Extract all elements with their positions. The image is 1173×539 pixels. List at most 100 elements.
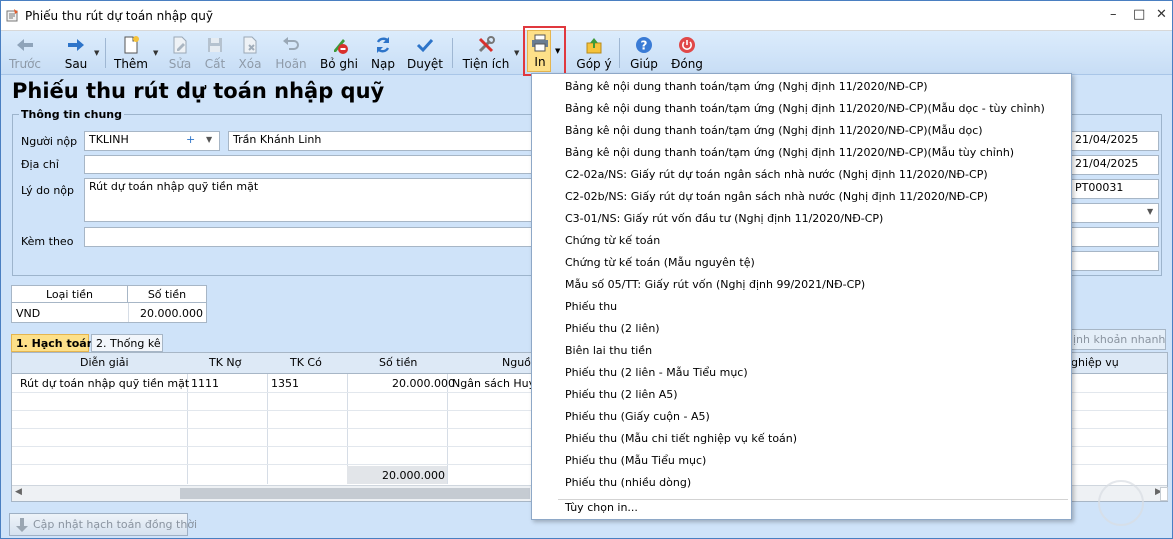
toolbar-separator [619, 38, 620, 68]
print-menu-item[interactable]: Phiếu thu [565, 300, 617, 313]
window-title: Phiếu thu rút dự toán nhập quỹ [25, 9, 213, 23]
plus-icon[interactable]: + [186, 133, 195, 146]
tools-icon [478, 36, 495, 53]
print-menu-item[interactable]: C2-02a/NS: Giấy rút dự toán ngân sách nh… [565, 168, 988, 181]
unpost-button[interactable]: Bỏ ghi [319, 31, 359, 75]
feedback-button[interactable]: Góp ý [575, 31, 613, 75]
help-button[interactable]: ? Giúp [628, 31, 660, 75]
print-button-face: In [527, 30, 551, 72]
scroll-thumb[interactable] [180, 488, 530, 499]
undo-button[interactable]: Hoãn [274, 31, 308, 75]
currency-table: Loại tiền Số tiền VND 20.000.000 [11, 285, 207, 323]
approve-button[interactable]: Duyệt [406, 31, 444, 75]
toolbar: Trước Sau ▼ Thêm ▼ Sửa Cất Xóa Hoãn Bỏ g… [1, 31, 1172, 75]
address-field[interactable] [84, 155, 543, 174]
chevron-down-icon[interactable]: ▼ [1147, 207, 1153, 216]
help-icon: ? [636, 37, 652, 53]
maximize-icon[interactable]: □ [1133, 7, 1145, 22]
prev-button[interactable]: Trước [5, 31, 45, 75]
undo-icon [283, 37, 299, 50]
currency-amount-cell[interactable]: 20.000.000 [140, 307, 203, 320]
attachment-field[interactable] [84, 227, 543, 247]
print-button[interactable]: In ▼ [523, 26, 566, 76]
arrow-down-icon [16, 518, 28, 532]
print-menu-item[interactable]: Bảng kê nội dung thanh toán/tạm ứng (Ngh… [565, 102, 1045, 115]
payer-name-field[interactable]: Trần Khánh Linh [228, 131, 543, 151]
grid-divider [447, 374, 448, 484]
edit-icon [173, 36, 187, 54]
update-accounting-button[interactable]: Cập nhật hạch toán đồng thời [9, 513, 197, 536]
col-amount: Số tiền [379, 356, 418, 369]
reload-button[interactable]: Nạp [367, 31, 399, 75]
print-menu-item[interactable]: Bảng kê nội dung thanh toán/tạm ứng (Ngh… [565, 80, 928, 93]
print-menu-item[interactable]: Phiếu thu (Giấy cuộn - A5) [565, 410, 710, 423]
print-menu-item[interactable]: Chứng từ kế toán [565, 234, 660, 247]
payer-code-combo[interactable]: TKLINH + ▼ [84, 131, 220, 151]
print-menu-item[interactable]: Phiếu thu (Mẫu Tiểu mục) [565, 454, 706, 467]
address-label: Địa chỉ [21, 158, 59, 171]
reason-field[interactable]: Rút dự toán nhập quỹ tiền mặt [84, 178, 543, 222]
tab-statistics[interactable]: 2. Thống kê [91, 334, 163, 352]
tab-accounting[interactable]: 1. Hạch toán [11, 334, 95, 352]
currency-amount-header: Số tiền [128, 286, 206, 303]
save-button[interactable]: Cất [201, 31, 229, 75]
date-field-2[interactable]: 21/04/2025 [1071, 155, 1159, 175]
feedback-upload-icon [586, 38, 602, 54]
menu-separator [558, 499, 1068, 500]
print-dropdown-menu: Bảng kê nội dung thanh toán/tạm ứng (Ngh… [531, 73, 1072, 520]
unpost-icon [334, 39, 348, 54]
attachment-label: Kèm theo [21, 235, 74, 248]
svg-text:?: ? [641, 39, 648, 53]
chevron-down-icon[interactable]: ▼ [555, 47, 560, 55]
print-menu-item[interactable]: C2-02b/NS: Giấy rút dự toán ngân sách nh… [565, 190, 988, 203]
minimize-icon[interactable]: – [1110, 7, 1117, 22]
print-label: In [534, 55, 546, 69]
chevron-down-icon[interactable]: ▼ [206, 135, 212, 144]
currency-type-cell[interactable]: VND [16, 307, 40, 320]
print-menu-item[interactable]: Bảng kê nội dung thanh toán/tạm ứng (Ngh… [565, 124, 983, 137]
chevron-down-icon[interactable]: ▼ [94, 49, 99, 57]
group-title: Thông tin chung [19, 108, 125, 121]
close-window-icon[interactable]: ✕ [1156, 7, 1167, 22]
watermark-seal [1098, 480, 1144, 526]
edit-button[interactable]: Sửa [166, 31, 194, 75]
print-menu-item[interactable]: Phiếu thu (Mẫu chi tiết nghiệp vụ kế toá… [565, 432, 797, 445]
utilities-button[interactable]: Tiện ích ▼ [461, 31, 519, 75]
date-field-1[interactable]: 21/04/2025 [1071, 131, 1159, 151]
power-icon [679, 37, 695, 53]
close-button[interactable]: Đóng [668, 31, 706, 75]
cell-divider [128, 303, 129, 322]
print-menu-item[interactable]: Phiếu thu (2 liên) [565, 322, 660, 335]
col-debit: TK Nợ [209, 356, 242, 369]
menu-item-print-options[interactable]: Tùy chọn in... [565, 501, 638, 514]
chevron-down-icon[interactable]: ▼ [514, 49, 519, 57]
col-desc: Diễn giải [80, 356, 129, 369]
floppy-disk-icon [208, 38, 222, 52]
arrow-right-icon [68, 39, 84, 51]
chevron-down-icon[interactable]: ▼ [153, 49, 158, 57]
next-button[interactable]: Sau ▼ [59, 31, 99, 75]
print-menu-item[interactable]: Chứng từ kế toán (Mẫu nguyên tệ) [565, 256, 755, 269]
print-menu-item[interactable]: Biên lai thu tiền [565, 344, 652, 357]
toolbar-separator [105, 38, 106, 68]
page-title: Phiếu thu rút dự toán nhập quỹ [12, 79, 385, 103]
extra-field-2[interactable] [1071, 251, 1159, 271]
extra-field-1[interactable] [1071, 227, 1159, 247]
print-menu-item[interactable]: Phiếu thu (2 liên - Mẫu Tiểu mục) [565, 366, 748, 379]
print-menu-item[interactable]: Phiếu thu (nhiều dòng) [565, 476, 691, 489]
print-menu-item[interactable]: Phiếu thu (2 liên A5) [565, 388, 678, 401]
print-menu-item[interactable]: Mẫu số 05/TT: Giấy rút vốn (Nghị định 99… [565, 278, 865, 291]
quick-entry-button[interactable]: ịnh khoản nhanh [1069, 329, 1166, 350]
toolbar-separator [452, 38, 453, 68]
grid-divider [267, 374, 268, 484]
delete-button[interactable]: Xóa [236, 31, 264, 75]
voucher-number-field[interactable]: PT00031 [1071, 179, 1159, 199]
scroll-left-icon[interactable]: ◀ [15, 487, 22, 497]
add-button[interactable]: Thêm ▼ [113, 31, 158, 75]
print-menu-item[interactable]: C3-01/NS: Giấy rút vốn đầu tư (Nghị định… [565, 212, 883, 225]
print-menu-item[interactable]: Bảng kê nội dung thanh toán/tạm ứng (Ngh… [565, 146, 1014, 159]
currency-type-header: Loại tiền [12, 286, 128, 303]
new-document-icon [124, 36, 139, 54]
scroll-end-icon[interactable] [1160, 487, 1168, 501]
select-field[interactable]: ▼ [1071, 203, 1159, 223]
